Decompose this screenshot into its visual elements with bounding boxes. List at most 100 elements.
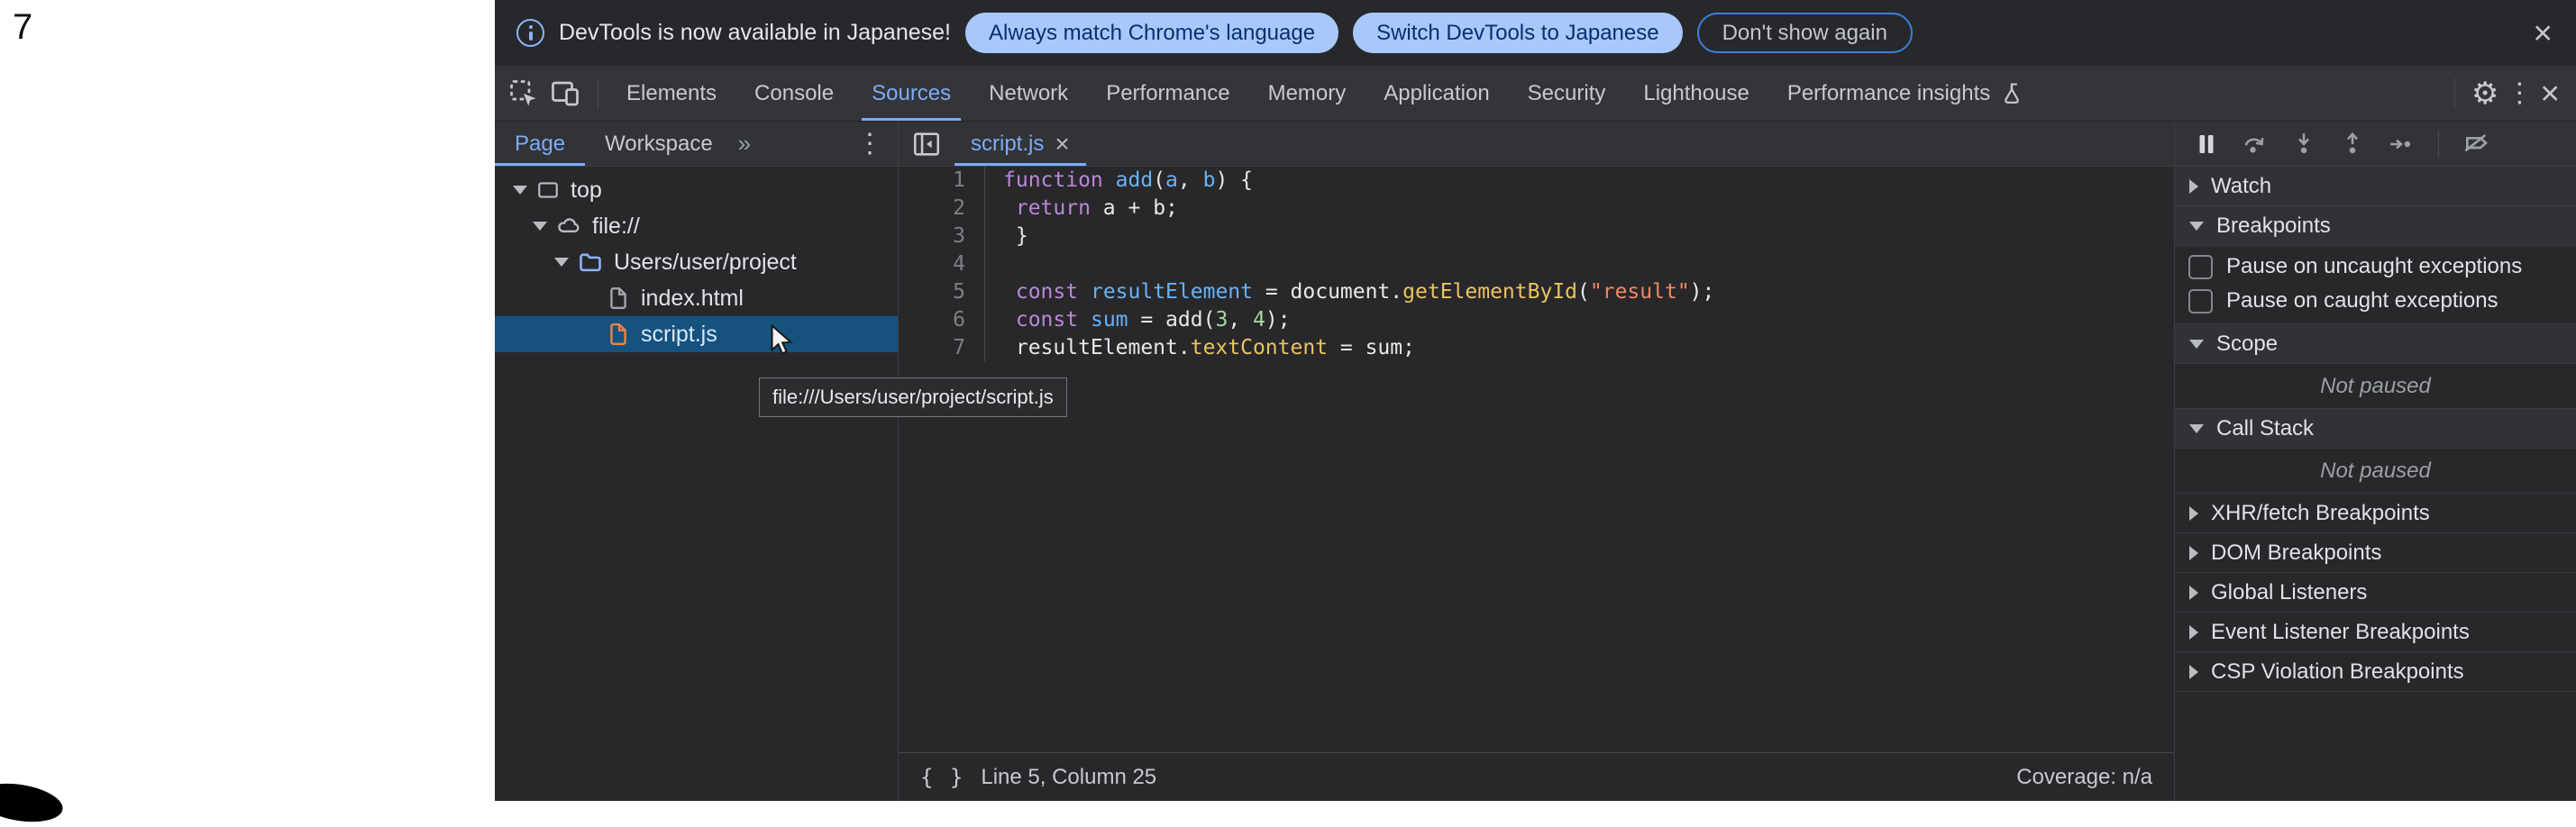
tab-sources[interactable]: Sources <box>853 66 970 121</box>
cursor-position-label: Line 5, Column 25 <box>981 765 1156 790</box>
section-label: XHR/fetch Breakpoints <box>2211 501 2430 526</box>
line-number-gutter[interactable]: 2 <box>899 195 985 223</box>
section-dom-breakpoints[interactable]: DOM Breakpoints <box>2175 533 2576 573</box>
tab-close-icon[interactable]: × <box>1055 132 1069 157</box>
section-scope[interactable]: Scope <box>2175 324 2576 364</box>
expand-arrow-icon[interactable] <box>554 258 569 267</box>
close-icon: × <box>2533 16 2553 50</box>
code-line-text: } <box>985 223 1028 250</box>
pause-caught-checkbox[interactable] <box>2188 289 2213 314</box>
deactivate-breakpoints-button[interactable] <box>2462 130 2491 159</box>
line-number-gutter[interactable]: 3 <box>899 223 985 250</box>
braces-icon: { } <box>920 765 964 790</box>
code-line[interactable]: 6 const sum = add(3, 4); <box>899 306 2174 334</box>
toggle-device-toolbar-button[interactable] <box>549 77 581 110</box>
section-label: Scope <box>2216 332 2278 357</box>
file-tree: top file:// <box>495 167 898 352</box>
editor-tab-label: script.js <box>971 132 1044 157</box>
always-match-language-button[interactable]: Always match Chrome's language <box>965 13 1338 53</box>
code-line[interactable]: 4 <box>899 250 2174 278</box>
tree-item-project-folder[interactable]: Users/user/project <box>495 244 898 280</box>
editor-tab-script-js[interactable]: script.js × <box>955 122 1086 166</box>
step-button[interactable] <box>2388 131 2415 158</box>
tab-performance[interactable]: Performance <box>1087 66 1248 121</box>
tab-elements[interactable]: Elements <box>607 66 735 121</box>
step-over-button[interactable] <box>2242 131 2269 158</box>
step-icon <box>2388 131 2415 158</box>
section-event-listener-breakpoints[interactable]: Event Listener Breakpoints <box>2175 613 2576 652</box>
section-label: Global Listeners <box>2211 580 2367 605</box>
code-line[interactable]: 1 function add(a, b) { <box>899 167 2174 195</box>
file-icon <box>607 323 630 346</box>
tab-workspace[interactable]: Workspace <box>585 122 733 166</box>
section-breakpoints[interactable]: Breakpoints <box>2175 206 2576 246</box>
code-line[interactable]: 7 resultElement.textContent = sum; <box>899 334 2174 362</box>
infobar-close-button[interactable]: × <box>2533 16 2553 50</box>
tree-item-file-scheme[interactable]: file:// <box>495 208 898 244</box>
pause-button[interactable] <box>2193 131 2220 158</box>
tab-memory[interactable]: Memory <box>1249 66 1366 121</box>
tree-item-label: file:// <box>592 214 640 240</box>
navigator-menu-button[interactable]: ⋮ <box>856 131 898 158</box>
section-xhr-breakpoints[interactable]: XHR/fetch Breakpoints <box>2175 494 2576 533</box>
scope-status: Not paused <box>2175 364 2576 409</box>
section-watch[interactable]: Watch <box>2175 167 2576 206</box>
tree-item-index-html[interactable]: index.html <box>495 280 898 316</box>
tree-item-script-js[interactable]: script.js <box>495 316 898 352</box>
expand-arrow-icon[interactable] <box>513 186 527 195</box>
code-line-text: return a + b; <box>985 195 1178 223</box>
chevron-right-icon <box>2189 586 2198 600</box>
line-number-gutter[interactable]: 1 <box>899 167 985 195</box>
flask-icon <box>1999 81 2024 106</box>
toolbar-divider <box>2454 78 2455 109</box>
section-csp-violation-breakpoints[interactable]: CSP Violation Breakpoints <box>2175 652 2576 692</box>
tab-console[interactable]: Console <box>735 66 853 121</box>
more-tabs-button[interactable]: » <box>733 130 756 158</box>
dont-show-again-button[interactable]: Don't show again <box>1697 13 1913 53</box>
folder-icon <box>578 250 603 275</box>
step-out-button[interactable] <box>2339 131 2366 158</box>
tree-item-top[interactable]: top <box>495 172 898 208</box>
devtools-close-button[interactable]: × <box>2540 77 2560 110</box>
code-line-text: const resultElement = document.getElemen… <box>985 278 1714 306</box>
debugger-sidebar: Watch Breakpoints Pause on uncaught exce… <box>2174 122 2576 801</box>
corner-shape <box>0 778 66 827</box>
pause-uncaught-checkbox[interactable] <box>2188 255 2213 279</box>
toggle-navigator-button[interactable] <box>899 129 955 159</box>
tab-lighthouse[interactable]: Lighthouse <box>1624 66 1768 121</box>
tab-security[interactable]: Security <box>1509 66 1625 121</box>
line-number-gutter[interactable]: 7 <box>899 334 985 362</box>
info-icon <box>516 19 544 47</box>
section-label: CSP Violation Breakpoints <box>2211 659 2464 685</box>
tree-item-label: script.js <box>641 322 717 348</box>
tab-page[interactable]: Page <box>495 122 585 166</box>
line-number-gutter[interactable]: 6 <box>899 306 985 334</box>
tab-application[interactable]: Application <box>1365 66 1508 121</box>
chevron-down-icon <box>2189 222 2204 231</box>
code-editor[interactable]: 1 function add(a, b) { 2 return a + b; 3… <box>899 167 2174 752</box>
navigator-pane: Page Workspace » ⋮ <box>495 122 899 801</box>
code-line[interactable]: 3 } <box>899 223 2174 250</box>
step-into-button[interactable] <box>2290 131 2317 158</box>
infobar-message: DevTools is now available in Japanese! <box>559 20 951 46</box>
pause-icon <box>2193 131 2220 158</box>
section-global-listeners[interactable]: Global Listeners <box>2175 573 2576 613</box>
tree-item-label: Users/user/project <box>614 250 797 276</box>
pretty-print-button[interactable]: { } <box>920 765 964 790</box>
debugger-toolbar-divider <box>2438 131 2439 158</box>
line-number-gutter[interactable]: 5 <box>899 278 985 306</box>
code-line[interactable]: 2 return a + b; <box>899 195 2174 223</box>
tab-network[interactable]: Network <box>970 66 1087 121</box>
more-options-button[interactable]: ⋮ <box>2506 80 2533 107</box>
section-call-stack[interactable]: Call Stack <box>2175 409 2576 449</box>
settings-button[interactable]: ⚙ <box>2471 78 2498 109</box>
line-number-gutter[interactable]: 4 <box>899 250 985 278</box>
kebab-icon: ⋮ <box>2506 80 2533 107</box>
cloud-icon <box>556 214 581 239</box>
code-line[interactable]: 5 const resultElement = document.getElem… <box>899 278 2174 306</box>
expand-arrow-icon[interactable] <box>533 222 547 231</box>
tab-performance-insights[interactable]: Performance insights <box>1768 66 2043 121</box>
inspect-element-button[interactable] <box>507 77 540 110</box>
switch-to-japanese-button[interactable]: Switch DevTools to Japanese <box>1353 13 1683 53</box>
chevron-right-icon <box>2189 179 2198 194</box>
